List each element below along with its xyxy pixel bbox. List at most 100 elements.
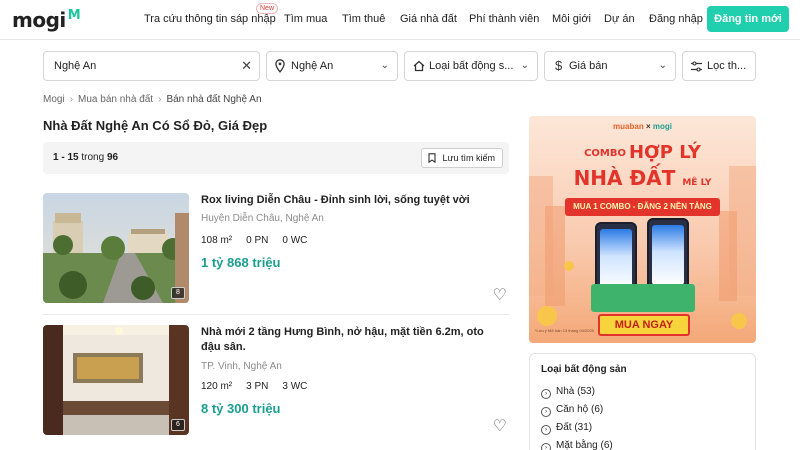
phone-graphic [647,218,689,292]
property-type-label: Nhà [556,386,575,397]
listing-title[interactable]: Rox living Diễn Châu - Đỉnh sinh lời, số… [201,193,501,208]
listing-bathrooms: 0 WC [282,235,308,246]
breadcrumb-separator: › [69,94,74,105]
chevron-down-icon: ⌄ [520,60,529,71]
ad-footnote: *Lưu ý Mở bán 13 tháng 04/2025 [535,328,594,333]
listing-bathrooms: 3 WC [282,381,308,392]
nav-item-land-price[interactable]: Giá nhà đất [400,13,457,25]
listing-bedrooms: 0 PN [246,235,269,246]
heart-icon[interactable]: ♡ [493,285,507,305]
listing-area: 120 m² [201,381,233,392]
top-header: mogi M Tra cứu thông tin sáp nhập Tìm mua… [0,0,800,40]
property-type-select[interactable]: Loại bất động s... ⌄ [404,51,538,81]
listing-price: 8 tỷ 300 triệu [201,401,281,416]
ad-ribbon: MUA 1 COMBO - ĐĂNG 2 NỀN TẢNG [565,198,720,216]
listing-title[interactable]: Nhà mới 2 tầng Hưng Bình, nở hậu, mặt ti… [201,325,501,355]
property-type-title: Loại bất động sản [541,364,627,375]
property-type-value: Loại bất động s... [429,60,514,72]
breadcrumb-home[interactable]: Mogi [43,94,65,105]
listing-divider [43,314,509,315]
results-word: trong [81,152,105,163]
breadcrumb-buy-sell[interactable]: Mua bán nhà đất [78,94,153,105]
nav-item-merger-lookup[interactable]: Tra cứu thông tin sáp nhập [144,13,276,25]
price-select[interactable]: $ Giá bán ⌄ [544,51,676,81]
filter-sliders-icon [691,52,702,80]
clear-icon[interactable]: ✕ [241,52,252,80]
new-badge: New [256,3,279,14]
ad-brand-line: muaban × mogi [529,122,756,131]
promo-banner[interactable]: muaban × mogi COMBO HỢP LÝ NHÀ ĐẤT MÊ LY … [529,116,756,343]
results-count: 1 - 15 trong 96 [53,152,118,163]
logo-text: mogi [12,8,66,32]
price-value: Giá bán [569,60,608,72]
more-filters-button[interactable]: Lọc th... [682,51,756,81]
mogi-logo-small: mogi [652,122,672,131]
chevron-down-icon: ⌄ [658,60,667,71]
post-listing-button[interactable]: Đăng tin mới [707,6,789,32]
results-bar: 1 - 15 trong 96 Lưu tìm kiếm [43,142,509,174]
ad-brand-separator: × [645,122,651,131]
listing-specs: 120 m² 3 PN 3 WC [201,381,321,392]
search-input[interactable]: Nghệ An ✕ [43,51,260,81]
results-total: 96 [106,152,119,163]
search-input-value: Nghệ An [54,60,97,72]
listing-card[interactable]: 8 Rox living Diễn Châu - Đỉnh sinh lời, … [43,193,509,305]
listing-photo[interactable]: 8 [43,193,189,303]
location-value: Nghệ An [291,60,334,72]
house-icon [413,52,425,80]
breadcrumb-separator: › [158,94,162,105]
chevron-right-icon: › [541,425,551,435]
property-type-label: Căn hộ [556,404,589,415]
chevron-right-icon: › [541,389,551,399]
ad-headline-1: COMBO HỢP LÝ [529,142,756,163]
chevron-down-icon: ⌄ [380,60,389,71]
ad-combo-word: COMBO [584,147,626,159]
listing-address: Huyện Diễn Châu, Nghệ An [201,213,324,224]
listing-photo[interactable]: 6 [43,325,189,435]
chevron-right-icon: › [541,407,551,417]
property-type-item[interactable]: › Đất (31) [541,422,592,435]
property-type-count: (6) [591,404,604,415]
property-type-label: Mặt bằng [556,440,598,450]
dollar-icon: $ [555,58,563,73]
save-search-button[interactable]: Lưu tìm kiếm [421,148,503,168]
mogi-logo[interactable]: mogi M [12,8,81,32]
listing-area: 108 m² [201,235,233,246]
ad-headline-2: NHÀ ĐẤT MÊ LY [529,166,756,190]
property-type-item[interactable]: › Mặt bằng (6) [541,440,613,450]
listing-card[interactable]: 6 Nhà mới 2 tầng Hưng Bình, nở hậu, mặt … [43,325,509,437]
more-filters-label: Lọc th... [707,60,747,72]
property-type-count: (6) [600,440,613,450]
location-pin-icon [275,52,285,80]
muaban-logo: muaban [613,122,644,131]
nav-item-projects[interactable]: Dự án [604,13,635,25]
logo-mark: M [67,8,81,23]
buy-now-button[interactable]: MUA NGAY [598,314,690,336]
save-search-label: Lưu tìm kiếm [442,153,495,163]
results-range: 1 - 15 [53,152,79,163]
heart-icon[interactable]: ♡ [493,416,507,436]
page-title: Nhà Đất Nghệ An Có Sổ Đỏ, Giá Đẹp [43,118,268,133]
filter-bar: Nghệ An ✕ Nghệ An ⌄ Loại bất động s... ⌄… [0,51,800,81]
nav-item-login[interactable]: Đăng nhập [649,13,703,25]
gift-box-graphic [591,284,695,312]
chevron-right-icon: › [541,443,551,450]
nav-item-membership[interactable]: Phí thành viên [469,13,539,25]
photo-count-badge: 6 [171,419,185,431]
location-select[interactable]: Nghệ An ⌄ [266,51,398,81]
property-type-panel: Loại bất động sản › Nhà (53) › Căn hộ (6) … [529,353,756,450]
property-type-count: (53) [577,386,595,397]
property-type-label: Đất [556,422,572,433]
property-type-item[interactable]: › Nhà (53) [541,386,595,399]
breadcrumb: Mogi › Mua bán nhà đất › Bán nhà đất Nghệ An [43,94,262,105]
ad-headline-2-text: NHÀ ĐẤT [573,166,676,190]
breadcrumb-current: Bán nhà đất Nghệ An [166,94,262,105]
nav-item-broker[interactable]: Môi giới [552,13,591,25]
listing-bedrooms: 3 PN [246,381,269,392]
ad-headline-1-text: HỢP LÝ [628,142,701,163]
nav-item-rent[interactable]: Tìm thuê [342,13,385,25]
property-type-item[interactable]: › Căn hộ (6) [541,404,603,417]
nav-item-buy[interactable]: Tìm mua [284,13,327,25]
listing-address: TP. Vinh, Nghệ An [201,361,282,372]
listing-specs: 108 m² 0 PN 0 WC [201,235,321,246]
